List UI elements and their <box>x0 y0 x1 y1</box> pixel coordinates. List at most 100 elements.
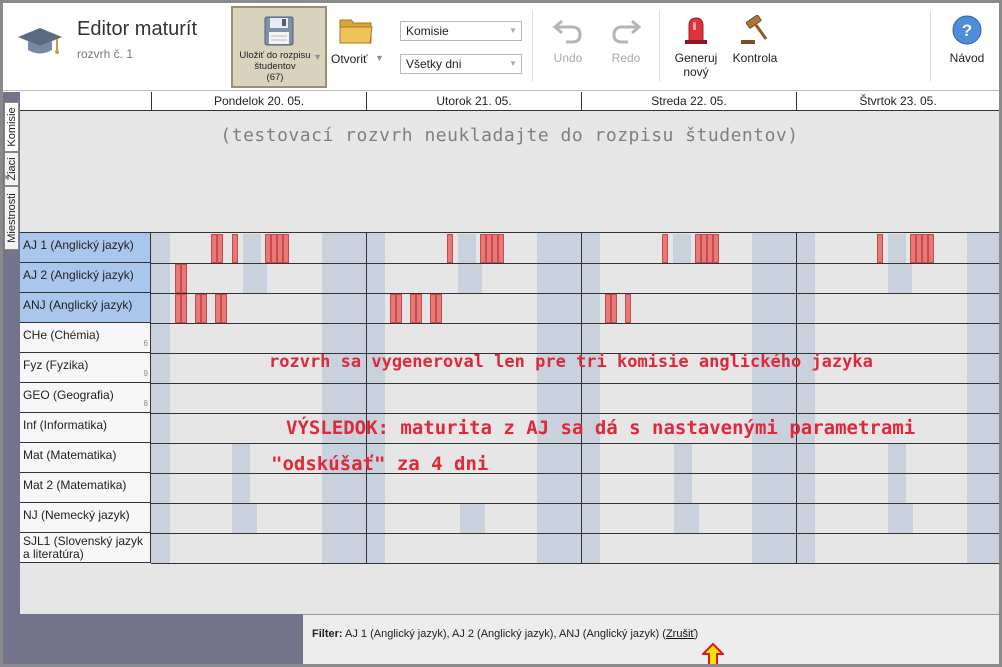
grid-column-shade <box>322 233 366 564</box>
tab-students[interactable]: Žiaci <box>4 152 19 186</box>
grid-cell-shade <box>232 504 257 533</box>
exam-slot[interactable] <box>436 294 442 323</box>
toolbar-divider <box>659 11 660 81</box>
exam-slot[interactable] <box>928 234 934 263</box>
save-button-count: (67) <box>266 72 284 83</box>
notice-area: (testovací rozvrh neukladajte do rozpisu… <box>20 111 999 233</box>
toolbar-divider <box>532 11 533 81</box>
commission-row-label[interactable]: AJ 1 (Anglický jazyk) <box>20 233 151 263</box>
row-divider <box>151 293 999 294</box>
grid-cell-shade <box>458 264 482 293</box>
chevron-down-icon: ▼ <box>509 59 517 68</box>
filter-bar: Filter: AJ 1 (Anglický jazyk), AJ 2 (Ang… <box>303 614 999 664</box>
exam-slot[interactable] <box>713 234 719 263</box>
exam-slot[interactable] <box>217 234 223 263</box>
open-button[interactable]: Otvoriť ▼ <box>331 13 387 73</box>
exam-slot[interactable] <box>498 234 504 263</box>
toolbar: Editor maturít rozvrh č. 1 Uložiť do roz… <box>3 3 999 91</box>
commission-row-label[interactable]: Mat (Matematika) <box>20 443 151 473</box>
exam-slot[interactable] <box>181 294 187 323</box>
day-header: Streda 22. 05. <box>581 92 796 111</box>
exam-slot[interactable] <box>877 234 883 263</box>
exam-slot[interactable] <box>611 294 617 323</box>
commission-row-label[interactable]: ANJ (Anglický jazyk) <box>20 293 151 323</box>
undo-icon <box>552 19 582 44</box>
tab-rooms[interactable]: Miestnosti <box>4 186 19 250</box>
row-divider <box>151 263 999 264</box>
grid-cell-shade <box>460 504 485 533</box>
open-button-label: Otvoriť <box>331 52 368 66</box>
exam-slot[interactable] <box>232 234 238 263</box>
row-divider <box>151 383 999 384</box>
folder-icon <box>339 19 373 44</box>
day-divider <box>366 233 367 564</box>
exam-slot[interactable] <box>416 294 422 323</box>
svg-text:?: ? <box>962 21 972 40</box>
view-mode-select[interactable]: Komisie ▼ <box>400 21 522 41</box>
check-button[interactable]: Kontrola <box>726 15 784 65</box>
grid-column-shade <box>752 233 796 564</box>
exam-slot[interactable] <box>221 294 227 323</box>
annotation-text: "odskúšať" za 4 dni <box>271 453 489 475</box>
exam-slot[interactable] <box>625 294 631 323</box>
grid-column-shade <box>366 233 385 564</box>
day-divider <box>796 233 797 564</box>
grid-corner <box>20 92 151 111</box>
floppy-disk-icon <box>264 16 294 46</box>
exam-slot[interactable] <box>396 294 402 323</box>
alarm-light-icon <box>685 17 707 44</box>
generate-new-button[interactable]: Generuj nový <box>668 15 724 79</box>
cancel-filter-link[interactable]: Zrušiť <box>666 628 695 640</box>
undo-button[interactable]: Undo <box>546 15 590 65</box>
schedule-name: rozvrh č. 1 <box>77 47 134 61</box>
save-to-student-schedule-button[interactable]: Uložiť do rozpisu študentov (67) ▼ <box>231 6 327 88</box>
graduation-cap-icon <box>18 28 62 54</box>
grid-column-shade <box>151 233 170 564</box>
grid-cell-shade <box>673 234 691 263</box>
redo-icon <box>612 19 642 44</box>
commission-row-label[interactable]: AJ 2 (Anglický jazyk) <box>20 263 151 293</box>
grid-cell-shade <box>888 504 913 533</box>
grid-empty-area <box>20 564 999 614</box>
chevron-down-icon: ▼ <box>509 26 517 35</box>
commission-row-label[interactable]: GEO (Geografia) 8 <box>20 383 151 413</box>
redo-button[interactable]: Redo <box>604 15 648 65</box>
grid-cell-shade <box>888 264 912 293</box>
commission-row-label[interactable]: NJ (Nemecký jazyk) <box>20 503 151 533</box>
row-divider <box>151 443 999 444</box>
help-button[interactable]: ? Návod <box>945 15 989 65</box>
commission-row-label[interactable]: Mat 2 (Matematika) <box>20 473 151 503</box>
grid-cell-shade <box>243 234 261 263</box>
day-divider <box>581 233 582 564</box>
row-divider <box>151 503 999 504</box>
day-header: Pondelok 20. 05. <box>151 92 366 111</box>
commission-row-label[interactable]: CHe (Chémia) 6 <box>20 323 151 353</box>
arrow-up-icon <box>702 643 724 664</box>
exam-slot[interactable] <box>662 234 668 263</box>
row-divider <box>151 323 999 324</box>
filter-value: AJ 1 (Anglický jazyk), AJ 2 (Anglický ja… <box>345 628 660 640</box>
annotation-text: VÝSLEDOK: maturita z AJ sa dá s nastaven… <box>286 417 916 439</box>
dropdown-arrow-icon[interactable]: ▼ <box>375 53 384 63</box>
grid-cell-shade <box>458 234 476 263</box>
dropdown-arrow-icon[interactable]: ▼ <box>313 52 322 62</box>
day-header: Utorok 21. 05. <box>366 92 581 111</box>
app-title: Editor maturít <box>77 18 198 40</box>
commission-row-label[interactable]: Fyz (Fyzika) 9 <box>20 353 151 383</box>
side-tabs: Komisie Žiaci Miestnosti <box>3 92 20 614</box>
help-question-icon: ? <box>952 15 982 45</box>
filter-label: Filter: <box>312 628 343 640</box>
day-header: Štvrtok 23. 05. <box>796 92 999 111</box>
exam-slot[interactable] <box>201 294 207 323</box>
app-window: Editor maturít rozvrh č. 1 Uložiť do roz… <box>0 0 1002 667</box>
grid-cell-shade <box>243 264 267 293</box>
days-filter-select[interactable]: Všetky dni ▼ <box>400 54 522 74</box>
commission-row-label[interactable]: Inf (Informatika) <box>20 413 151 443</box>
annotation-text: rozvrh sa vygeneroval len pre tri komisi… <box>269 352 873 372</box>
exam-slot[interactable] <box>283 234 289 263</box>
tab-commissions[interactable]: Komisie <box>4 102 19 152</box>
toolbar-divider <box>930 11 931 81</box>
commission-row-label[interactable]: SJL1 (Slovenský jazyk a literatúra) <box>20 533 151 563</box>
exam-slot[interactable] <box>181 264 187 293</box>
exam-slot[interactable] <box>447 234 453 263</box>
